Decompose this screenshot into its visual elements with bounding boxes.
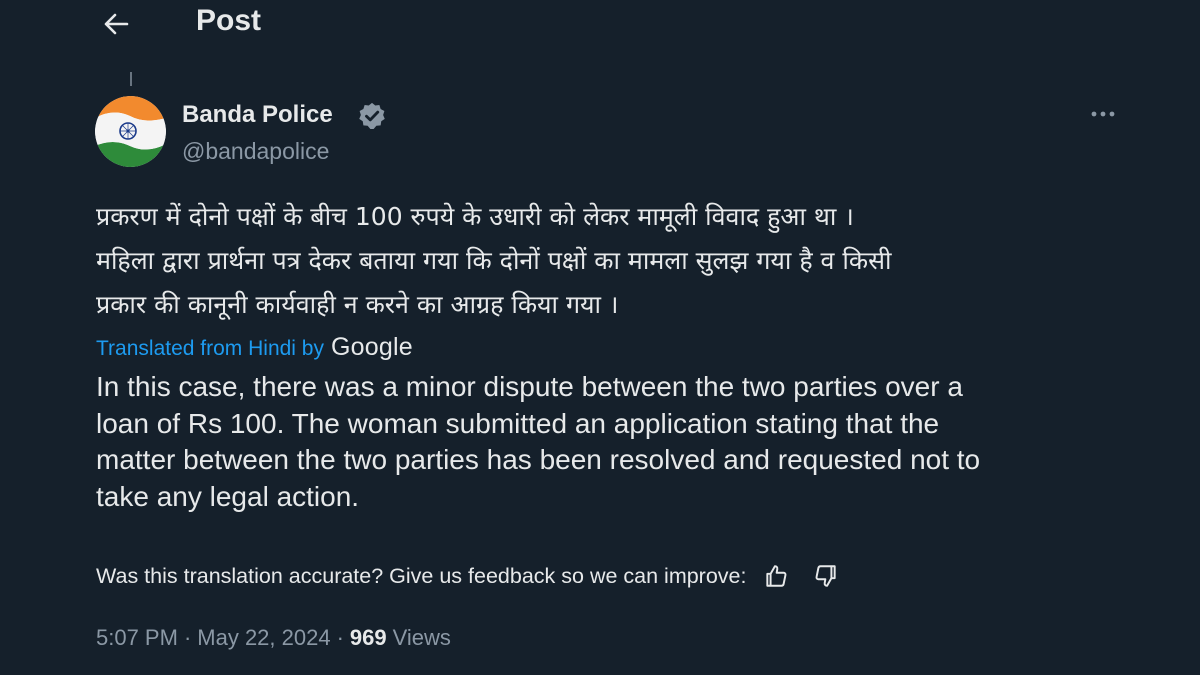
author-handle[interactable]: @bandapolice: [182, 138, 329, 165]
translated-line: matter between the two parties has been …: [96, 444, 981, 475]
translated-line: take any legal action.: [96, 480, 360, 512]
post-time[interactable]: 5:07 PM: [96, 625, 178, 651]
post-text-line: महिला द्वारा प्रार्थना पत्र देकर बताया ग…: [96, 246, 892, 275]
thumbs-up-icon: [766, 565, 787, 587]
back-button[interactable]: [98, 6, 134, 42]
meta-separator: ·: [336, 625, 344, 650]
post-header: Post: [0, 0, 1200, 50]
google-logo: Google: [330, 333, 413, 361]
thread-connector-line: [130, 72, 132, 86]
translation-attribution: Translated from Hindi by Google: [96, 333, 413, 362]
verified-badge-icon[interactable]: [357, 101, 387, 131]
post-meta: 5:07 PM · May 22, 2024 · 969 Views: [96, 625, 451, 651]
translated-line: loan of Rs 100. The woman submitted an a…: [96, 407, 940, 439]
post-text-original: प्रकरण में दोनो पक्षों के बीच 100 रुपये …: [96, 195, 1116, 327]
thumbs-down-button[interactable]: [810, 560, 842, 592]
meta-separator: ·: [183, 625, 192, 650]
post-text-line: प्रकरण में दोनो पक्षों के बीच 100 रुपये …: [96, 202, 854, 231]
more-options-button[interactable]: [1084, 100, 1122, 128]
avatar[interactable]: [95, 96, 166, 167]
post-text-translated: In this case, there was a minor dispute …: [96, 369, 1116, 515]
arrow-left-icon: [104, 13, 129, 35]
feedback-prompt: Was this translation accurate? Give us f…: [96, 563, 747, 588]
page-title: Post: [196, 4, 262, 37]
translated-from-link[interactable]: Translated from Hindi by: [96, 337, 324, 361]
post-date[interactable]: May 22, 2024: [197, 625, 330, 651]
views-count: 969: [349, 625, 387, 650]
thumbs-up-button[interactable]: [760, 560, 792, 592]
post-text-line: प्रकार की कानूनी कार्यवाही न करने का आग्…: [96, 290, 619, 319]
author-name[interactable]: Banda Police: [182, 101, 333, 129]
thumbs-down-icon: [816, 565, 837, 587]
views-label: Views: [392, 625, 451, 650]
india-flag-avatar: [95, 96, 166, 167]
translated-line: In this case, there was a minor dispute …: [96, 371, 963, 402]
translation-feedback: Was this translation accurate? Give us f…: [96, 560, 842, 592]
more-horizontal-icon: [1091, 111, 1115, 117]
